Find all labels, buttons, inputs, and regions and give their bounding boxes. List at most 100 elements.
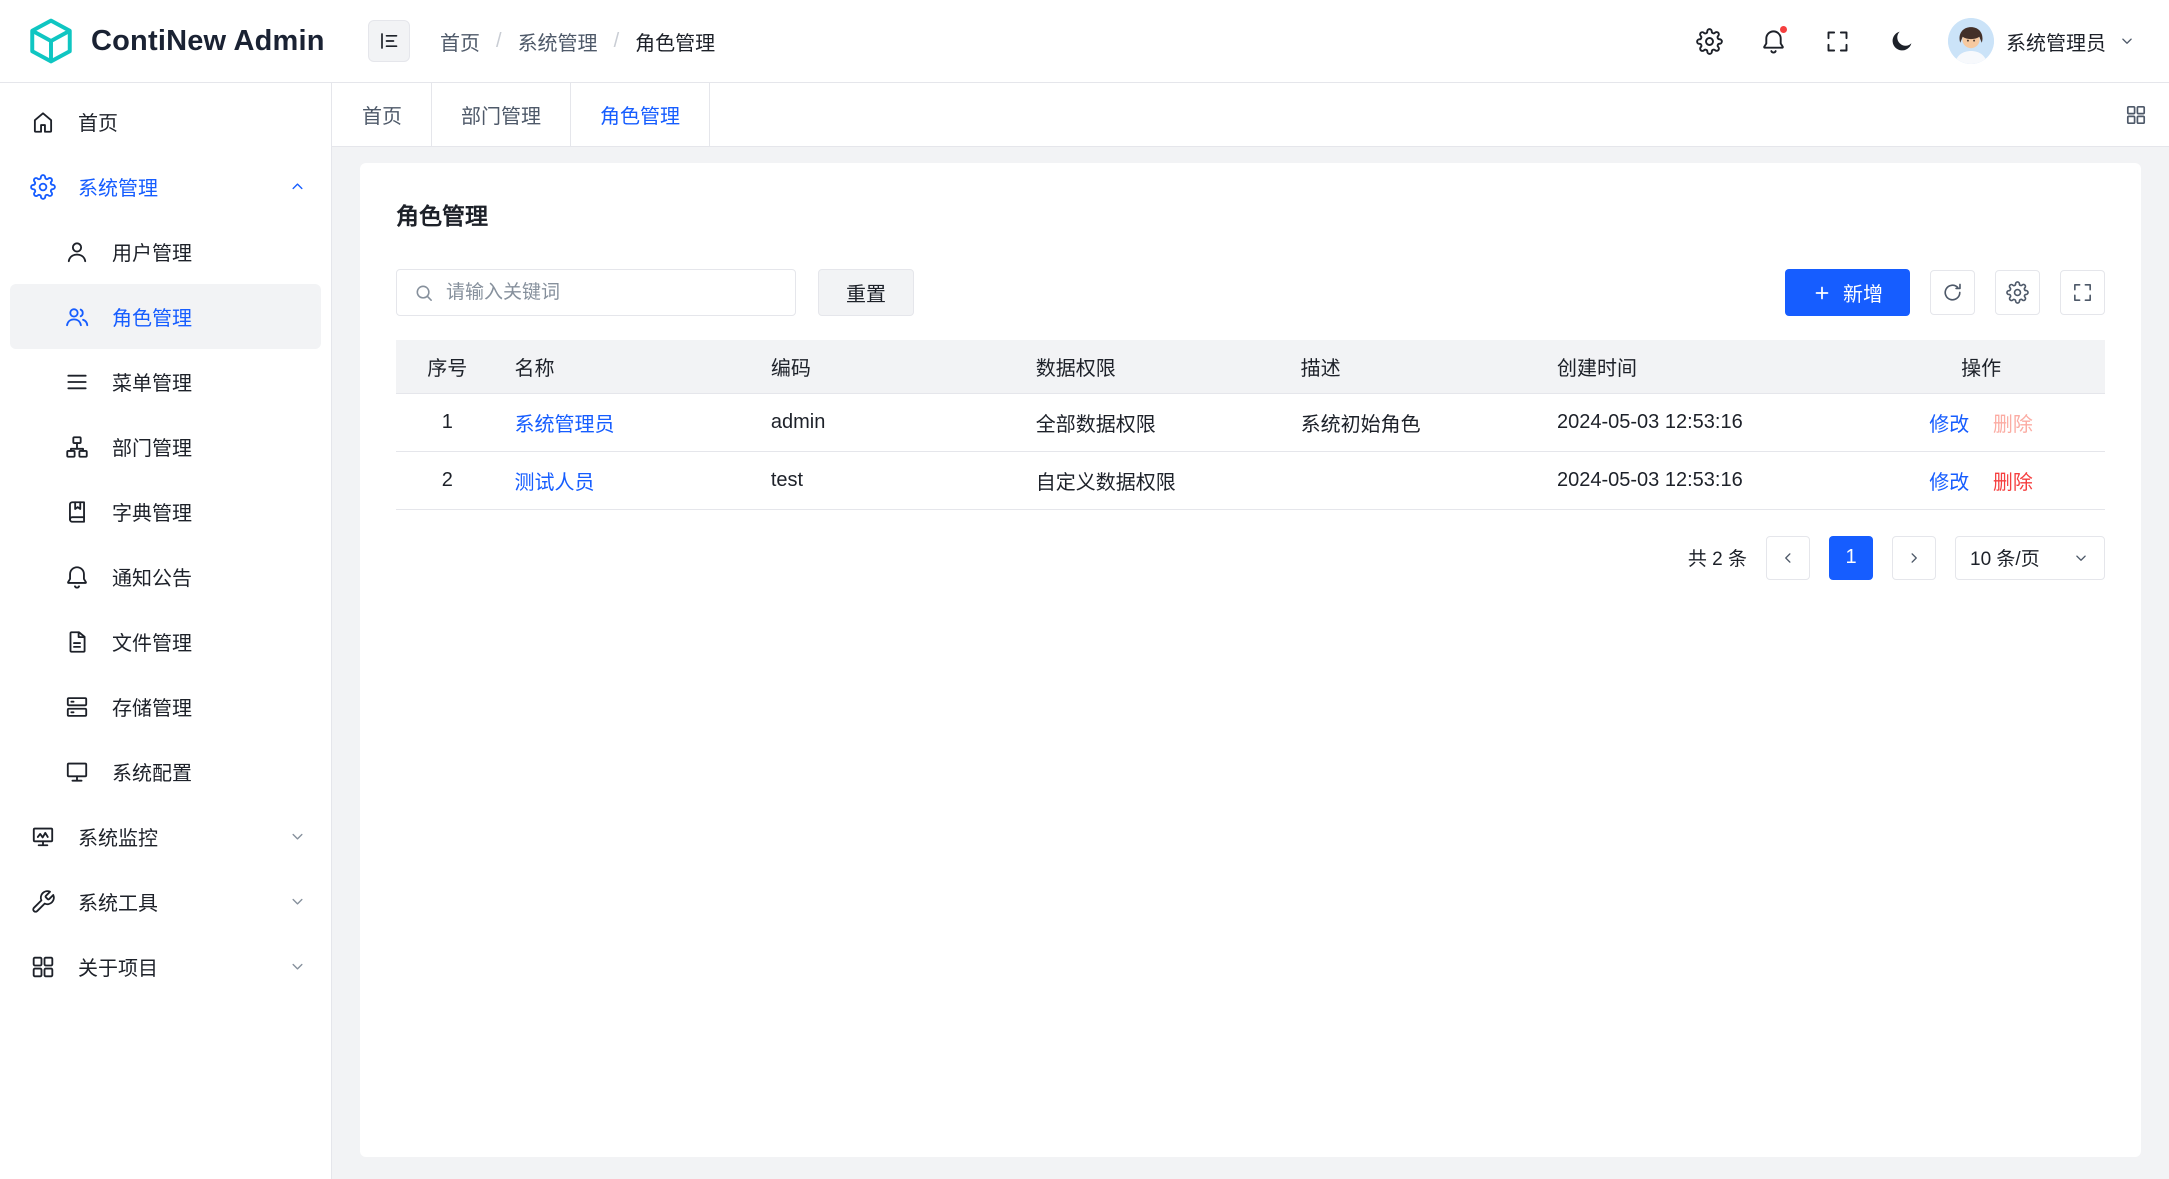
cell-code: test [755,451,1020,509]
settings-button[interactable] [1692,24,1726,58]
sidebar-item-home[interactable]: 首页 [0,89,331,154]
sidebar-item-label: 角色管理 [112,302,192,331]
chevron-down-icon [2072,549,2090,567]
fullscreen-button[interactable] [1820,24,1854,58]
sidebar-item-storage-management[interactable]: 存储管理 [10,674,321,739]
search-input[interactable] [446,282,779,304]
refresh-icon [1941,281,1964,304]
refresh-button[interactable] [1930,270,1975,315]
cell-actions: 修改 删除 [1857,451,2105,509]
chevron-down-icon [288,892,307,911]
add-button-label: 新增 [1843,278,1883,307]
tab-home[interactable]: 首页 [332,83,432,146]
column-header-data-scope: 数据权限 [1020,340,1285,393]
cell-description [1285,451,1541,509]
cell-name: 系统管理员 [499,393,755,451]
topbar: ContiNew Admin 首页 / 系统管理 / 角色管理 [0,0,2169,83]
cell-index: 2 [396,451,499,509]
sidebar-item-file-management[interactable]: 文件管理 [10,609,321,674]
table-row: 1 系统管理员 admin 全部数据权限 系统初始角色 2024-05-03 1… [396,393,2105,451]
cell-actions: 修改 删除 [1857,393,2105,451]
sidebar-item-system-tools[interactable]: 系统工具 [0,869,331,934]
table-settings-button[interactable] [1995,270,2040,315]
sidebar-item-role-management[interactable]: 角色管理 [10,284,321,349]
tabbar: 首页 部门管理 角色管理 [332,83,2169,147]
page-number-current[interactable]: 1 [1829,536,1873,580]
pagination-total: 共 2 条 [1688,544,1747,571]
cell-code: admin [755,393,1020,451]
role-name-link[interactable]: 系统管理员 [515,414,615,436]
table-header-row: 序号 名称 编码 数据权限 描述 创建时间 操作 [396,340,2105,393]
sidebar-item-label: 通知公告 [112,562,192,591]
sidebar-item-label: 部门管理 [112,432,192,461]
tab-actions-button[interactable] [2103,83,2169,146]
reset-button[interactable]: 重置 [818,269,914,316]
collapse-sidebar-icon [377,29,401,53]
user-menu[interactable]: 系统管理员 [1948,18,2136,64]
topbar-actions: 系统管理员 [1692,18,2136,64]
cell-data-scope: 自定义数据权限 [1020,451,1285,509]
role-name-link[interactable]: 测试人员 [515,472,595,494]
sidebar-item-menu-management[interactable]: 菜单管理 [10,349,321,414]
chevron-down-icon [288,827,307,846]
add-button[interactable]: 新增 [1785,269,1910,316]
breadcrumb-item-system[interactable]: 系统管理 [518,27,598,56]
column-header-code: 编码 [755,340,1020,393]
tool-icon [30,889,56,915]
breadcrumb-item-home[interactable]: 首页 [440,27,480,56]
page-title: 角色管理 [396,197,2105,231]
column-header-description: 描述 [1285,340,1541,393]
chevron-left-icon [1779,549,1797,567]
sidebar-item-system-config[interactable]: 系统配置 [10,739,321,804]
body-row: 首页 系统管理 用户管理 角色管理 菜单管理 部门管理 [0,83,2169,1179]
tab-dept-management[interactable]: 部门管理 [432,83,571,146]
page-size-select[interactable]: 10 条/页 [1955,536,2105,580]
breadcrumb-item-current: 角色管理 [635,27,715,56]
table-fullscreen-button[interactable] [2060,270,2105,315]
sidebar-item-label: 用户管理 [112,237,192,266]
topbar-main: 首页 / 系统管理 / 角色管理 [332,18,2169,64]
delete-link[interactable]: 删除 [1993,472,2033,494]
table-row: 2 测试人员 test 自定义数据权限 2024-05-03 12:53:16 … [396,451,2105,509]
settings-icon [30,174,56,200]
prev-page-button[interactable] [1766,536,1810,580]
sidebar-item-label: 菜单管理 [112,367,192,396]
breadcrumb-separator: / [496,30,502,53]
user-icon [64,239,90,265]
edit-link[interactable]: 修改 [1929,414,1969,436]
sidebar-item-system-management[interactable]: 系统管理 [0,154,331,219]
sidebar-item-label: 文件管理 [112,627,192,656]
sidebar-item-system-monitor[interactable]: 系统监控 [0,804,331,869]
team-icon [64,304,90,330]
main-area: 首页 部门管理 角色管理 角色管理 重置 [332,83,2169,1179]
sidebar-item-notice[interactable]: 通知公告 [10,544,321,609]
edit-link[interactable]: 修改 [1929,472,1969,494]
sidebar-item-label: 系统管理 [78,172,158,201]
sidebar-collapse-button[interactable] [368,20,410,62]
sidebar-item-label: 存储管理 [112,692,192,721]
notifications-button[interactable] [1756,24,1790,58]
cell-name: 测试人员 [499,451,755,509]
delete-link: 删除 [1993,414,2033,436]
tab-role-management[interactable]: 角色管理 [571,83,710,146]
app-title: ContiNew Admin [91,25,325,58]
next-page-button[interactable] [1892,536,1936,580]
bell-icon [64,564,90,590]
sidebar-item-dict-management[interactable]: 字典管理 [10,479,321,544]
sidebar-item-user-management[interactable]: 用户管理 [10,219,321,284]
user-name: 系统管理员 [2006,27,2106,56]
logo-area: ContiNew Admin [0,16,332,66]
moon-icon [1888,28,1915,55]
sidebar-item-dept-management[interactable]: 部门管理 [10,414,321,479]
sidebar-item-label: 首页 [78,107,118,136]
chevron-right-icon [1905,549,1923,567]
sidebar-item-label: 关于项目 [78,952,158,981]
dark-mode-button[interactable] [1884,24,1918,58]
cell-index: 1 [396,393,499,451]
layout-grid-icon [2124,103,2148,127]
sidebar-item-about-project[interactable]: 关于项目 [0,934,331,999]
apps-icon [30,954,56,980]
chevron-down-icon [2118,32,2136,50]
fullscreen-icon [2071,281,2094,304]
breadcrumb: 首页 / 系统管理 / 角色管理 [440,27,715,56]
